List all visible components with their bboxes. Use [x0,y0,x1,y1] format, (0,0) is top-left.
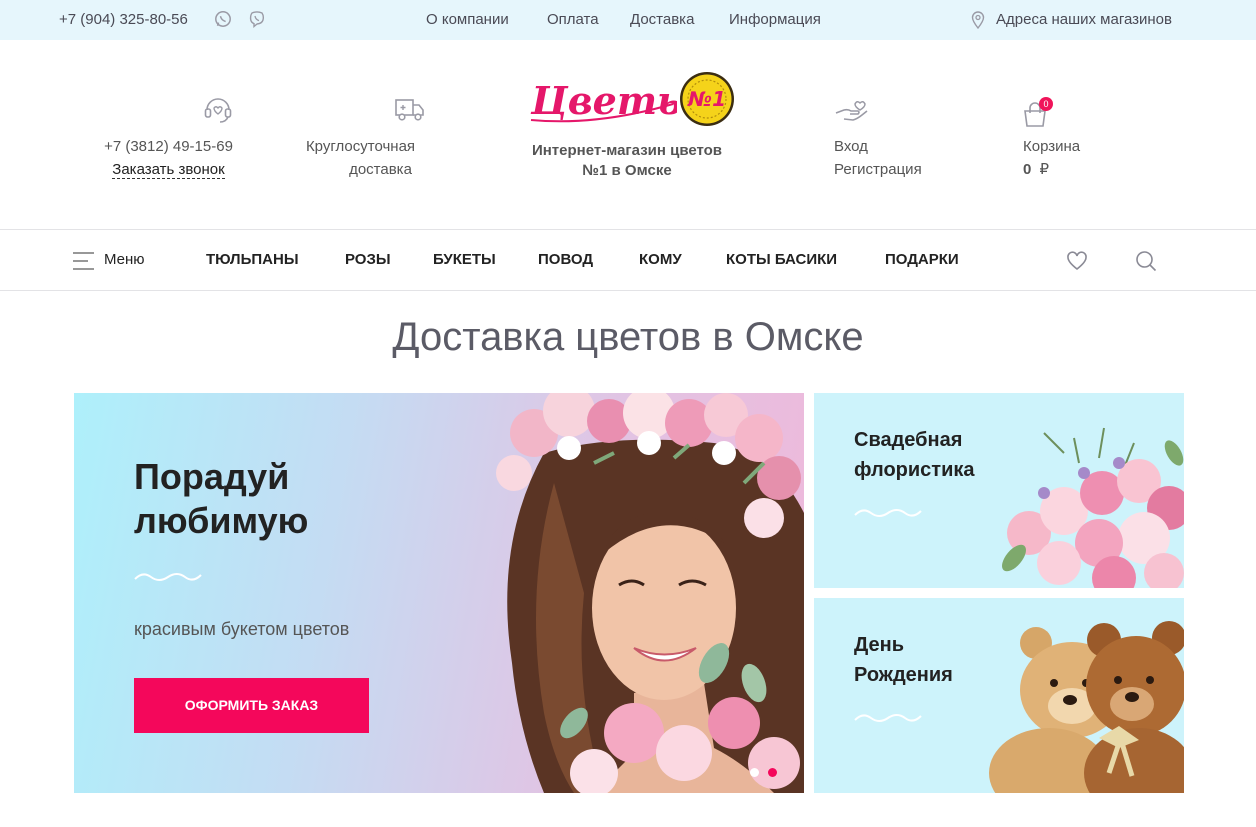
hero-title: Порадуй любимую [134,455,308,543]
page-title: Доставка цветов в Омске [392,315,864,359]
logo-badge: №1 [680,72,734,126]
wedding-card-title-line-2: флористика [854,459,975,481]
top-phone[interactable]: +7 (904) 325-80-56 [59,11,188,28]
delivery-line-1: Круглосуточная [305,138,416,155]
wedding-floristry-card[interactable]: Свадебная флористика [814,393,1184,588]
wedding-card-title-line-1: Свадебная [854,429,963,451]
birthday-card[interactable]: День Рождения [814,598,1184,793]
wedding-card-title: Свадебная флористика [854,425,975,485]
logo-caption-line-2: №1 в Омске [582,162,672,179]
menu-label: Меню [104,251,145,268]
main-nav: Меню ТЮЛЬПАНЫ РОЗЫ БУКЕТЫ ПОВОД КОМУ КОТ… [0,231,1256,291]
cart-sum: 0 [1023,161,1032,178]
nav-item-roses[interactable]: РОЗЫ [345,251,391,268]
top-nav-about[interactable]: О компании [426,11,509,28]
site-header: +7 (3812) 49-15-69 Заказать звонок Кругл… [0,40,1256,230]
whatsapp-icon[interactable] [214,10,232,28]
cart-currency: ₽ [1039,161,1050,178]
teddy-bears-image [989,621,1184,793]
top-bar: +7 (904) 325-80-56 О компании Оплата Дос… [0,0,1256,40]
hand-heart-icon [834,97,870,128]
hero-title-line-1: Порадуй [134,456,290,497]
delivery-truck-icon [394,96,426,129]
register-link[interactable]: Регистрация [834,158,944,181]
header-phone-block: +7 (3812) 49-15-69 Заказать звонок [96,135,241,181]
header-phone[interactable]: +7 (3812) 49-15-69 [96,135,241,158]
hero-subtitle: красивым букетом цветов [134,619,350,639]
nav-item-bouquets[interactable]: БУКЕТЫ [433,251,496,268]
hero-title-line-2: любимую [134,500,309,541]
logo-badge-text: №1 [687,87,726,111]
delivery-line-2: доставка [349,161,412,178]
slider-dot-2[interactable] [768,768,777,777]
nav-item-tulips[interactable]: ТЮЛЬПАНЫ [206,251,299,268]
slider-dot-1[interactable] [750,768,759,777]
cart-block[interactable]: Корзина 0 ₽ [1023,135,1113,181]
birthday-card-title-line-2: Рождения [854,664,953,686]
logo-caption: Интернет-магазин цветов №1 в Омске [500,141,754,181]
wedding-wave-divider [854,509,922,517]
cart-label: Корзина [1023,138,1081,155]
birthday-card-title: День Рождения [854,630,953,690]
delivery-block: Круглосуточная доставка [288,135,433,181]
hero-woman-with-flower-crown-image [496,393,804,793]
logo-caption-line-1: Интернет-магазин цветов [531,142,723,159]
account-block: Вход Регистрация [834,135,944,181]
order-button[interactable]: ОФОРМИТЬ ЗАКАЗ [134,678,369,733]
location-pin-icon [971,11,989,30]
top-nav-payment[interactable]: Оплата [547,11,599,28]
nav-item-gifts[interactable]: ПОДАРКИ [885,251,959,268]
nav-item-basik-cats[interactable]: КОТЫ БАСИКИ [726,251,837,268]
nav-item-recipient[interactable]: КОМУ [639,251,682,268]
logo[interactable]: Цветы [527,74,677,128]
logo-word-text: Цветы [530,78,677,123]
viber-icon[interactable] [248,10,266,28]
birthday-wave-divider [854,714,922,722]
nav-item-occasion[interactable]: ПОВОД [538,251,593,268]
hero-wave-divider [134,573,202,581]
favorites-heart-icon[interactable] [1065,249,1089,273]
wedding-bouquet-image [1002,427,1184,588]
callback-link[interactable]: Заказать звонок [112,161,225,179]
hero-banner[interactable]: Порадуй любимую красивым букетом цветов … [74,393,804,793]
search-icon[interactable] [1134,249,1158,273]
store-addresses-link[interactable]: Адреса наших магазинов [996,11,1172,28]
top-nav-delivery[interactable]: Доставка [630,11,694,28]
headset-icon [202,93,234,130]
cart-count-badge: 0 [1039,97,1053,111]
login-link[interactable]: Вход [834,135,944,158]
top-nav-info[interactable]: Информация [729,11,821,28]
birthday-card-title-line-1: День [854,634,904,656]
